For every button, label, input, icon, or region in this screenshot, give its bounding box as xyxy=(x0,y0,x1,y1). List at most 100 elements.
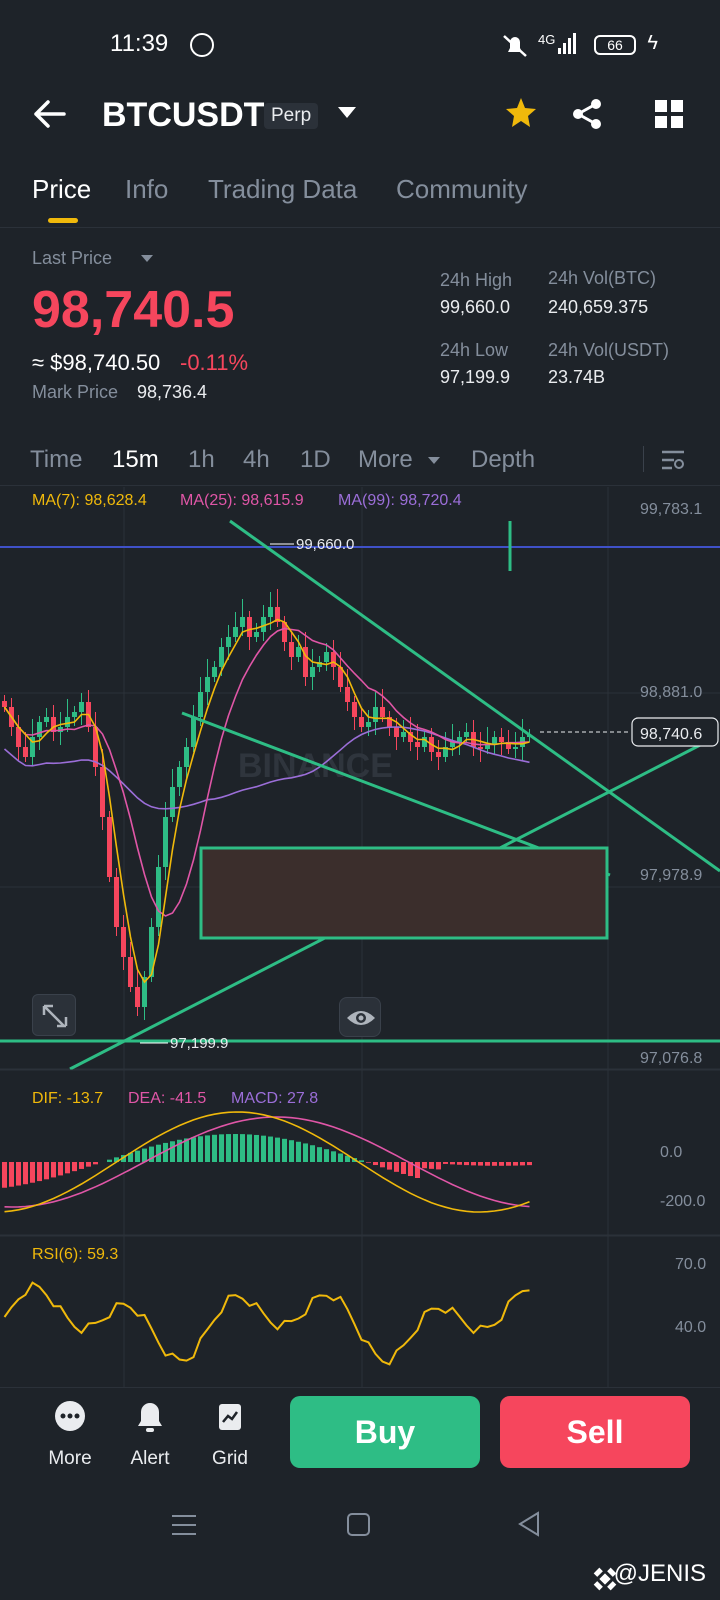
axis-label-3: 97,978.9 xyxy=(640,867,702,884)
macd-bar xyxy=(142,1148,147,1162)
macd-bar xyxy=(247,1134,252,1162)
macd-histogram xyxy=(2,1134,532,1188)
tf-1d[interactable]: 1D xyxy=(300,446,331,474)
grid-button[interactable]: Grid xyxy=(195,1400,265,1469)
fullscreen-button[interactable] xyxy=(32,994,76,1036)
macd-bar xyxy=(331,1151,336,1162)
back-nav-icon[interactable] xyxy=(516,1510,542,1538)
candle xyxy=(65,717,70,727)
tf-1h[interactable]: 1h xyxy=(188,446,215,474)
macd-bar xyxy=(527,1162,532,1166)
layout-grid-icon[interactable] xyxy=(655,100,683,128)
tab-price[interactable]: Price xyxy=(32,174,91,205)
high-value: 99,660.0 xyxy=(440,297,511,317)
macd-axis-1: -200.0 xyxy=(660,1193,705,1210)
macd-bar xyxy=(359,1160,364,1162)
macd-bar xyxy=(170,1141,175,1162)
symbol-dropdown-icon[interactable] xyxy=(338,107,356,118)
ma99-legend: MA(99): 98,720.4 xyxy=(338,492,462,509)
last-price-dropdown-icon[interactable] xyxy=(141,255,153,262)
tab-community[interactable]: Community xyxy=(396,174,527,205)
tf-4h[interactable]: 4h xyxy=(243,446,270,474)
price-change: -0.11% xyxy=(180,350,249,375)
buy-button[interactable]: Buy xyxy=(290,1396,480,1468)
grid-label: Grid xyxy=(212,1448,248,1469)
share-icon[interactable] xyxy=(572,98,604,130)
candle xyxy=(464,732,469,737)
candle xyxy=(380,707,385,717)
macd-bar xyxy=(254,1134,259,1162)
mark-price-label: Mark Price xyxy=(32,382,119,402)
macd-bar xyxy=(513,1162,518,1166)
macd-bar xyxy=(135,1150,140,1162)
candle xyxy=(345,687,350,702)
candle xyxy=(121,927,126,957)
macd-bar xyxy=(212,1134,217,1162)
candle xyxy=(205,677,210,692)
macd-bar xyxy=(268,1136,273,1162)
ma25-legend: MA(25): 98,615.9 xyxy=(180,492,304,509)
vol-btc-label: 24h Vol(BTC) xyxy=(548,268,657,288)
status-time: 11:39 xyxy=(110,30,169,57)
vol-btc-value: 240,659.375 xyxy=(548,297,649,317)
dif-legend: DIF: -13.7 xyxy=(32,1090,104,1107)
indicator-settings-icon[interactable] xyxy=(660,448,686,472)
macd-bar xyxy=(9,1162,14,1187)
tf-depth[interactable]: Depth xyxy=(471,446,535,474)
macd-bar xyxy=(310,1145,315,1162)
candle xyxy=(107,817,112,877)
macd-bar xyxy=(23,1162,28,1185)
visibility-toggle-button[interactable] xyxy=(339,997,381,1037)
candle xyxy=(184,747,189,767)
macd-bar xyxy=(233,1134,238,1162)
macd-bar xyxy=(2,1162,7,1188)
vol-usdt-value: 23.74B xyxy=(548,367,606,387)
favorite-star-icon[interactable] xyxy=(504,96,538,130)
more-dropdown-icon[interactable] xyxy=(428,457,440,464)
candle xyxy=(324,652,329,662)
back-arrow-icon[interactable] xyxy=(32,98,68,130)
macd-bar xyxy=(30,1162,35,1183)
candle xyxy=(37,722,42,737)
candle xyxy=(51,717,56,732)
chart-area[interactable]: BINANCE 99,660.0 97,199.9 98,740.6 99,78… xyxy=(0,487,720,1387)
symbol-title[interactable]: BTCUSDT xyxy=(102,96,264,135)
support-zone-box[interactable] xyxy=(199,846,609,940)
dea-legend: DEA: -41.5 xyxy=(128,1090,207,1107)
sell-button[interactable]: Sell xyxy=(500,1396,690,1468)
candle xyxy=(23,747,28,757)
macd-bar xyxy=(324,1149,329,1162)
macd-bar xyxy=(317,1147,322,1162)
tf-time[interactable]: Time xyxy=(30,446,82,474)
macd-bar xyxy=(485,1162,490,1166)
network-type: 4G xyxy=(538,32,556,47)
macd-legend: MACD: 27.8 xyxy=(231,1090,319,1107)
candle xyxy=(296,647,301,657)
alert-button[interactable]: Alert xyxy=(115,1400,185,1469)
macd-axis-0: 0.0 xyxy=(660,1144,682,1161)
macd-bar xyxy=(450,1162,455,1165)
last-price-label[interactable]: Last Price xyxy=(32,248,112,269)
home-icon[interactable] xyxy=(346,1512,372,1538)
candle xyxy=(268,607,273,617)
axis-label-2: 98,881.0 xyxy=(640,684,702,701)
candle xyxy=(177,767,182,787)
tf-15m[interactable]: 15m xyxy=(112,446,159,474)
tab-info[interactable]: Info xyxy=(125,174,168,205)
macd-bar xyxy=(51,1162,56,1178)
axis-label-1: 99,783.1 xyxy=(640,501,702,518)
tf-more[interactable]: More xyxy=(358,446,413,474)
bell-icon xyxy=(138,1403,162,1432)
macd-bar xyxy=(415,1162,420,1179)
signal-icon xyxy=(558,33,576,54)
candle xyxy=(128,957,133,987)
macd-bar xyxy=(520,1162,525,1166)
macd-bar xyxy=(380,1162,385,1168)
mark-price: 98,736.4 xyxy=(137,382,208,402)
more-button[interactable]: More xyxy=(35,1400,105,1469)
macd-bar xyxy=(198,1136,203,1162)
recent-apps-icon[interactable] xyxy=(170,1512,198,1538)
candle xyxy=(191,717,196,747)
candle xyxy=(2,701,7,707)
tab-trading-data[interactable]: Trading Data xyxy=(208,174,357,205)
